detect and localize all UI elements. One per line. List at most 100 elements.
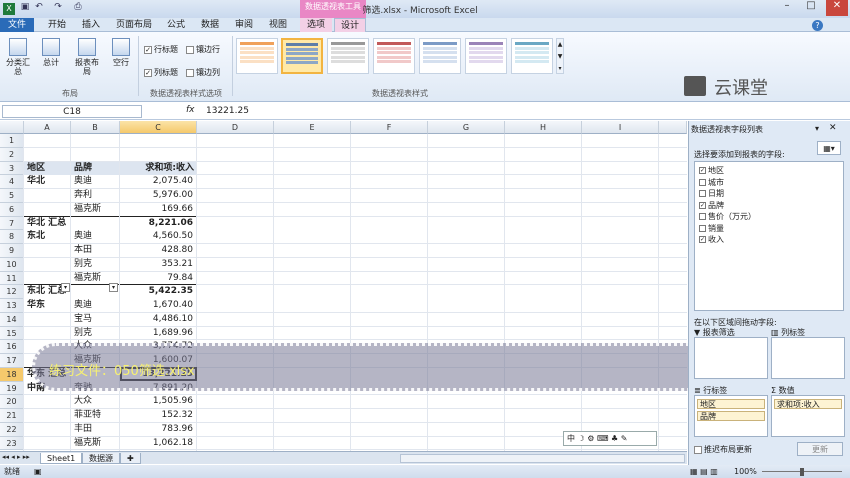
row-header[interactable]: 16	[0, 340, 24, 354]
cell-b22[interactable]: 丰田	[74, 423, 119, 437]
row-header[interactable]: 14	[0, 312, 24, 327]
row-header[interactable]: 6	[0, 202, 24, 217]
cell-a6[interactable]	[27, 203, 70, 217]
redo-icon[interactable]: ↷	[52, 2, 64, 14]
cell-c5[interactable]: 5,976.00	[123, 189, 196, 203]
cell-a13[interactable]: 华东	[27, 299, 70, 313]
cell-c22[interactable]: 783.96	[123, 423, 196, 437]
horizontal-scrollbar[interactable]	[400, 454, 685, 463]
report-layout-button[interactable]: 报表布局	[72, 36, 102, 80]
pivot-style-thumbnail[interactable]	[236, 38, 278, 74]
styles-scroll[interactable]: ▲ ▼ ▾	[556, 38, 564, 74]
cell-a10[interactable]	[27, 258, 70, 272]
cell-c21[interactable]: 152.32	[123, 409, 196, 423]
column-header-e[interactable]: E	[274, 121, 351, 134]
cell-b9[interactable]: 本田	[74, 244, 119, 258]
cell-a3[interactable]: 地区	[24, 161, 71, 176]
zoom-thumb[interactable]	[800, 468, 804, 476]
update-button[interactable]: 更新	[797, 442, 843, 456]
cell-b21[interactable]: 菲亚特	[74, 409, 119, 423]
pane-close-icon[interactable]: ✕	[829, 123, 837, 133]
worksheet-grid[interactable]: A B C D E F G H I 1 2 3 地区 品牌 求和项:收入 4 华北 奥迪 2,07…	[0, 121, 687, 451]
row-header[interactable]: 12	[0, 285, 24, 299]
pivot-style-thumbnail[interactable]	[511, 38, 553, 74]
pane-dropdown-icon[interactable]: ▾	[815, 124, 819, 133]
tab-home[interactable]: 开始	[42, 18, 72, 32]
cell-c20[interactable]: 1,505.96	[123, 395, 196, 409]
pivot-style-thumbnail[interactable]	[465, 38, 507, 74]
row-header[interactable]: 3	[0, 161, 24, 176]
cell-b5[interactable]: 奔利	[74, 189, 119, 203]
zoom-level[interactable]: 100%	[734, 465, 757, 478]
cell-b2[interactable]	[74, 148, 119, 162]
row-header[interactable]: 17	[0, 354, 24, 368]
field-checkbox[interactable]: 城市	[699, 177, 724, 188]
cell-c4[interactable]: 2,075.40	[123, 175, 196, 189]
print-preview-icon[interactable]: ⎙	[72, 2, 84, 14]
field-checkbox[interactable]: ✓ 地区	[699, 165, 724, 176]
column-labels-zone[interactable]	[771, 337, 845, 379]
insert-sheet-icon[interactable]: ✚	[120, 453, 141, 464]
row-header[interactable]: 19	[0, 381, 24, 396]
cell-c14[interactable]: 4,486.10	[123, 313, 196, 327]
row-labels-zone[interactable]: 地区 品牌	[694, 395, 768, 437]
field-checkbox[interactable]: ✓ 收入	[699, 234, 724, 245]
help-icon[interactable]: ?	[812, 20, 823, 31]
pivot-style-thumbnail-selected[interactable]	[281, 38, 323, 74]
column-header-f[interactable]: F	[351, 121, 428, 134]
row-filter-dropdown-icon[interactable]: ▾	[61, 283, 70, 292]
sheet-tab-sheet1[interactable]: Sheet1	[40, 453, 83, 464]
close-button[interactable]: ✕	[826, 0, 848, 16]
field-checkbox[interactable]: 日期	[699, 188, 724, 199]
cell-c11[interactable]: 79.84	[123, 272, 196, 286]
cell-c12[interactable]: 5,422.35	[123, 285, 196, 299]
tab-page-layout[interactable]: 页面布局	[112, 18, 156, 32]
cell-a22[interactable]	[27, 423, 70, 437]
blank-rows-button[interactable]: 空行	[106, 36, 136, 80]
field-checkbox[interactable]: 售价（万元）	[699, 211, 756, 222]
row-header[interactable]: 8	[0, 230, 24, 244]
sheet-tab-data-source[interactable]: 数据源	[82, 453, 120, 464]
row-header[interactable]: 5	[0, 189, 24, 203]
tab-review[interactable]: 审阅	[230, 18, 258, 32]
defer-layout-checkbox[interactable]: 推迟布局更新	[694, 444, 752, 456]
cell-a15[interactable]	[27, 327, 70, 341]
row-header[interactable]: 9	[0, 244, 24, 258]
cell-c9[interactable]: 428.80	[123, 244, 196, 258]
tab-view[interactable]: 视图	[264, 18, 292, 32]
cell-a5[interactable]	[27, 189, 70, 203]
column-header-h[interactable]: H	[505, 121, 582, 134]
ime-toolbar[interactable]: 中 ☽ ⚙ ⌨ ♣ ✎	[563, 431, 657, 446]
macro-record-icon[interactable]: ▣	[34, 465, 42, 478]
cell-b3[interactable]: 品牌	[71, 161, 120, 176]
column-header-a[interactable]: A	[24, 121, 71, 134]
tab-file[interactable]: 文件	[0, 18, 34, 32]
cell-a7[interactable]: 华北 汇总	[27, 217, 70, 231]
row-header[interactable]: 1	[0, 134, 24, 148]
cell-c3[interactable]: 求和项:收入	[120, 161, 197, 176]
select-all-corner[interactable]	[0, 121, 24, 134]
tab-design[interactable]: 设计	[334, 18, 366, 32]
column-header-d[interactable]: D	[197, 121, 274, 134]
row-header[interactable]: 15	[0, 326, 24, 341]
row-headers-checkbox[interactable]: ✓ 行标题	[144, 44, 178, 56]
column-header-g[interactable]: G	[428, 121, 505, 134]
field-layout-button[interactable]: ▦▾	[817, 141, 841, 155]
cell-b4[interactable]: 奥迪	[74, 175, 119, 189]
cell-b13[interactable]: 奥迪	[74, 299, 119, 313]
fx-icon[interactable]: fx	[186, 105, 195, 115]
cell-c13[interactable]: 1,670.40	[123, 299, 196, 313]
cell-b6[interactable]: 福克斯	[74, 203, 119, 217]
row-header[interactable]: 11	[0, 271, 24, 286]
cell-a4[interactable]: 华北	[27, 175, 70, 189]
cell-a9[interactable]	[27, 244, 70, 258]
cell-a14[interactable]	[27, 313, 70, 327]
cell-c15[interactable]: 1,689.96	[123, 327, 196, 341]
tab-data[interactable]: 数据	[196, 18, 224, 32]
grand-totals-button[interactable]: 总计	[36, 36, 66, 80]
cell-b1[interactable]	[74, 134, 119, 148]
name-box[interactable]: C18	[2, 105, 142, 118]
maximize-button[interactable]: □	[800, 0, 822, 16]
cell-b7[interactable]	[74, 217, 119, 231]
row-field-region[interactable]: 地区	[697, 399, 765, 409]
